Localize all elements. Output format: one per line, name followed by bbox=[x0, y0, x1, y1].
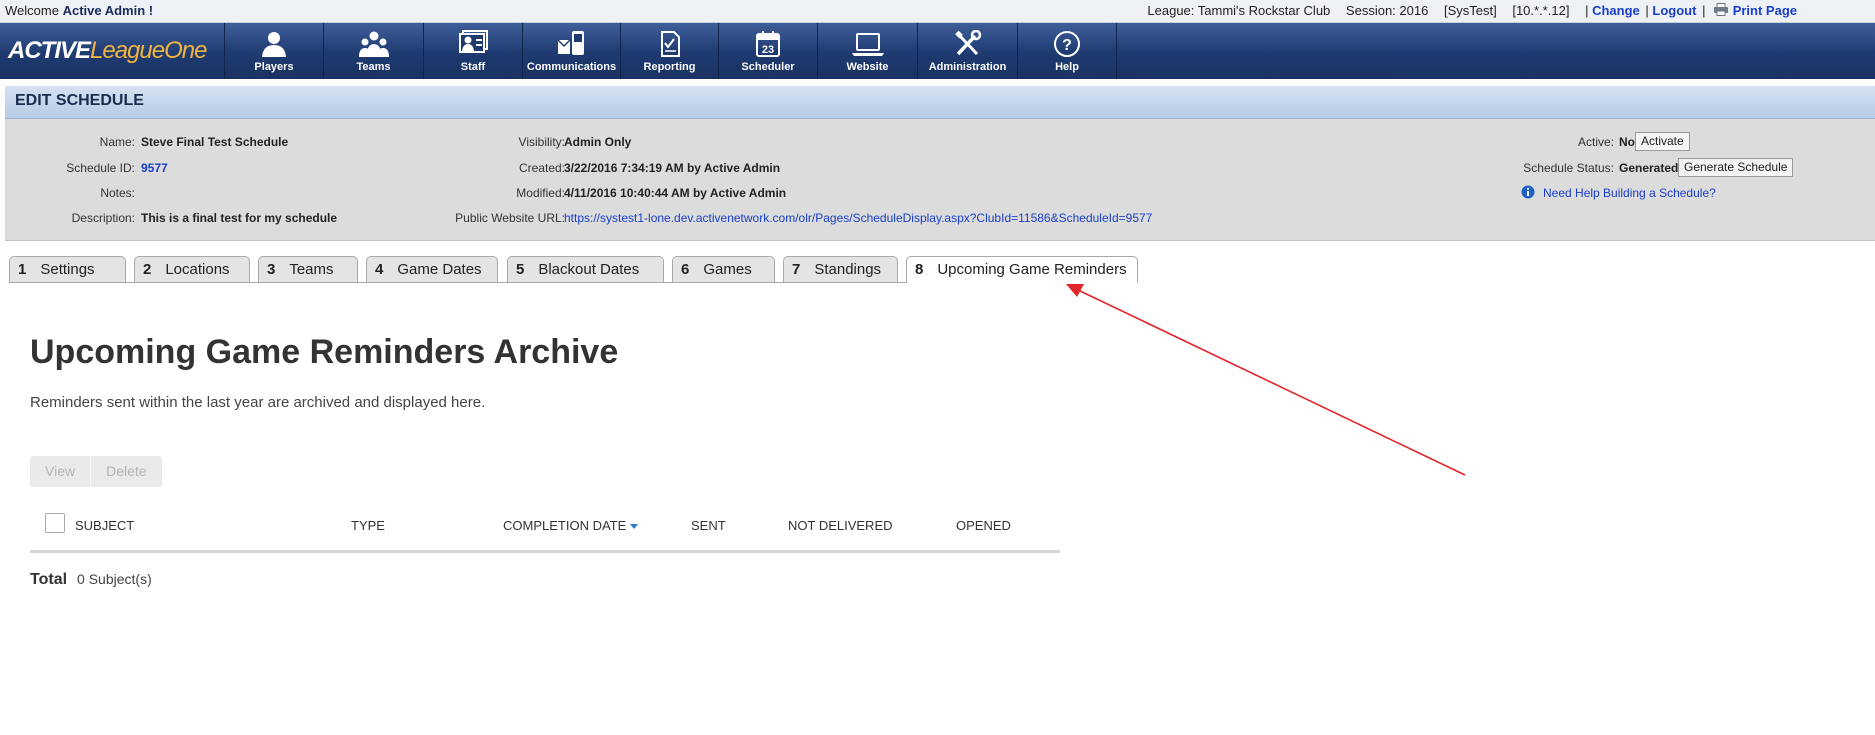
annotation-arrow bbox=[1066, 284, 1466, 476]
